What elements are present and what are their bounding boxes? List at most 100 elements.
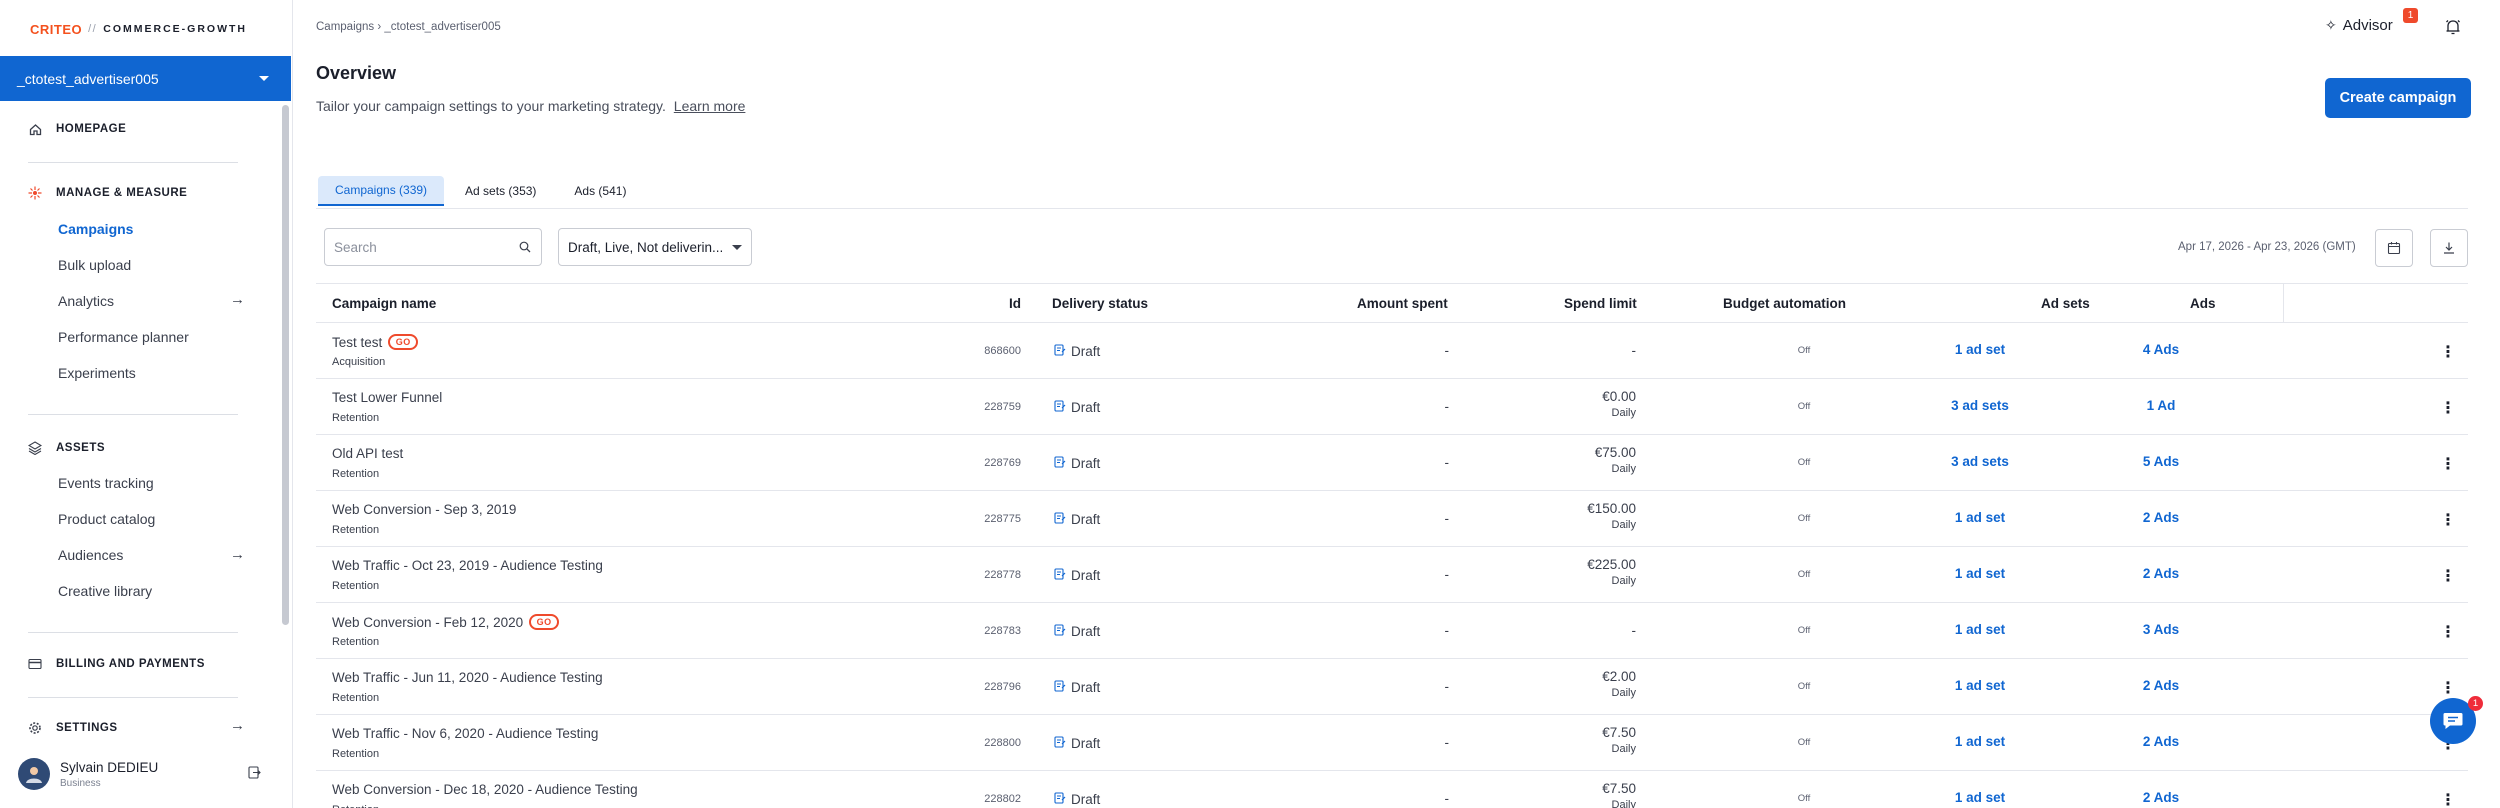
header-amount-spent[interactable]: Amount spent [1357, 296, 1448, 311]
advertiser-selector[interactable]: _ctotest_advertiser005 [0, 56, 291, 101]
sidebar-item-bulk-upload[interactable]: Bulk upload [58, 257, 131, 273]
sidebar-item-experiments[interactable]: Experiments [58, 365, 136, 381]
ads-link[interactable]: 5 Ads [2121, 454, 2201, 469]
ad-sets-link[interactable]: 1 ad set [1920, 678, 2040, 693]
ad-sets-link[interactable]: 1 ad set [1920, 342, 2040, 357]
campaign-name-cell[interactable]: Test Lower Funnel [332, 390, 442, 405]
header-ads[interactable]: Ads [2190, 296, 2216, 311]
more-options-icon[interactable]: ⋮ [2440, 510, 2456, 530]
header-campaign-name[interactable]: Campaign name [332, 296, 436, 311]
header-delivery-status[interactable]: Delivery status [1052, 296, 1148, 311]
ads-link[interactable]: 2 Ads [2121, 678, 2201, 693]
table-row[interactable]: Web Traffic - Nov 6, 2020 - Audience Tes… [316, 715, 2468, 771]
campaign-name-cell[interactable]: Web Conversion - Sep 3, 2019 [332, 502, 516, 517]
campaign-name-cell[interactable]: Web Conversion - Feb 12, 2020 GO [332, 614, 560, 630]
campaign-name[interactable]: Web Conversion - Feb 12, 2020 [332, 615, 523, 630]
campaign-name-cell[interactable]: Web Traffic - Oct 23, 2019 - Audience Te… [332, 558, 603, 573]
ads-link[interactable]: 3 Ads [2121, 622, 2201, 637]
sidebar-item-performance-planner[interactable]: Performance planner [58, 329, 189, 345]
more-options-icon[interactable]: ⋮ [2440, 790, 2456, 808]
budget-automation: Off [1797, 737, 1811, 748]
campaign-id: 228802 [984, 793, 1021, 805]
table-row[interactable]: Test Lower Funnel Retention 228759 Draft - €0… [316, 379, 2468, 435]
ads-link[interactable]: 2 Ads [2121, 566, 2201, 581]
criteo-logo[interactable]: CRITEO // COMMERCE-GROWTH [30, 19, 247, 39]
campaign-name-cell[interactable]: Web Traffic - Jun 11, 2020 - Audience Te… [332, 670, 603, 685]
ad-sets-link[interactable]: 1 ad set [1920, 622, 2040, 637]
ads-link[interactable]: 4 Ads [2121, 342, 2201, 357]
arrow-right-icon[interactable]: → [230, 546, 245, 563]
status-filter-select[interactable]: Draft, Live, Not deliverin... [558, 228, 752, 266]
campaign-name-cell[interactable]: Old API test [332, 446, 403, 461]
spend-period: Daily [1611, 575, 1636, 587]
header-budget-automation[interactable]: Budget automation [1723, 296, 1846, 311]
arrow-right-icon[interactable]: → [230, 291, 245, 308]
logout-icon[interactable] [248, 766, 261, 782]
sidebar-item-creative-library[interactable]: Creative library [58, 583, 152, 599]
arrow-right-icon[interactable]: → [230, 717, 245, 734]
campaign-name[interactable]: Web Conversion - Sep 3, 2019 [332, 502, 516, 517]
sidebar-scrollbar[interactable] [282, 105, 289, 625]
campaign-name[interactable]: Web Traffic - Nov 6, 2020 - Audience Tes… [332, 726, 598, 741]
campaign-name-cell[interactable]: Web Traffic - Nov 6, 2020 - Audience Tes… [332, 726, 598, 741]
advisor-button[interactable]: ✧ Advisor [2325, 17, 2393, 34]
table-row[interactable]: Web Traffic - Oct 23, 2019 - Audience Te… [316, 547, 2468, 603]
ad-sets-link[interactable]: 1 ad set [1920, 790, 2040, 805]
learn-more-link[interactable]: Learn more [674, 98, 746, 114]
table-row[interactable]: Web Conversion - Feb 12, 2020 GO Retention… [316, 603, 2468, 659]
header-ad-sets[interactable]: Ad sets [2041, 296, 2090, 311]
sidebar-item-product-catalog[interactable]: Product catalog [58, 511, 155, 527]
ads-link[interactable]: 2 Ads [2121, 734, 2201, 749]
sidebar-section-assets[interactable]: ASSETS [28, 441, 105, 455]
ads-link[interactable]: 2 Ads [2121, 790, 2201, 805]
campaign-name-cell[interactable]: Web Conversion - Dec 18, 2020 - Audience… [332, 782, 638, 797]
sidebar-item-billing[interactable]: BILLING AND PAYMENTS [28, 657, 205, 671]
campaign-name[interactable]: Web Traffic - Oct 23, 2019 - Audience Te… [332, 558, 603, 573]
calendar-button[interactable] [2375, 229, 2413, 267]
sidebar-item-settings[interactable]: SETTINGS [28, 721, 118, 735]
table-row[interactable]: Web Conversion - Dec 18, 2020 - Audience… [316, 771, 2468, 808]
ad-sets-link[interactable]: 3 ad sets [1920, 454, 2040, 469]
sidebar-section-manage-measure[interactable]: MANAGE & MEASURE [28, 186, 187, 200]
ads-link[interactable]: 2 Ads [2121, 510, 2201, 525]
spend-limit: €7.50 Daily [1496, 781, 1636, 808]
more-options-icon[interactable]: ⋮ [2440, 342, 2456, 362]
campaign-name[interactable]: Old API test [332, 446, 403, 461]
tab-ads[interactable]: Ads (541) [557, 176, 643, 206]
create-campaign-button[interactable]: Create campaign [2325, 78, 2471, 118]
table-row[interactable]: Test test GO Acquisition 868600 Draft - - Off 1 … [316, 323, 2468, 379]
sidebar-item-audiences[interactable]: Audiences [58, 547, 123, 563]
sidebar-item-events-tracking[interactable]: Events tracking [58, 475, 154, 491]
more-options-icon[interactable]: ⋮ [2440, 678, 2456, 698]
ad-sets-link[interactable]: 1 ad set [1920, 566, 2040, 581]
more-options-icon[interactable]: ⋮ [2440, 454, 2456, 474]
ads-link[interactable]: 1 Ad [2121, 398, 2201, 413]
campaign-name[interactable]: Web Traffic - Jun 11, 2020 - Audience Te… [332, 670, 603, 685]
campaign-name[interactable]: Test Lower Funnel [332, 390, 442, 405]
sidebar-item-analytics[interactable]: Analytics [58, 293, 114, 309]
campaign-name[interactable]: Web Conversion - Dec 18, 2020 - Audience… [332, 782, 638, 797]
header-id[interactable]: Id [1009, 296, 1021, 311]
table-row[interactable]: Web Traffic - Jun 11, 2020 - Audience Te… [316, 659, 2468, 715]
download-button[interactable] [2430, 229, 2468, 267]
header-spend-limit[interactable]: Spend limit [1564, 296, 1637, 311]
sidebar-item-homepage[interactable]: HOMEPAGE [28, 122, 126, 136]
more-options-icon[interactable]: ⋮ [2440, 398, 2456, 418]
sidebar-item-campaigns[interactable]: Campaigns [58, 221, 133, 237]
table-row[interactable]: Web Conversion - Sep 3, 2019 Retention 228… [316, 491, 2468, 547]
tab-ad-sets[interactable]: Ad sets (353) [448, 176, 553, 206]
user-profile[interactable]: Sylvain DEDIEU Business [0, 748, 281, 800]
tab-campaigns[interactable]: Campaigns (339) [318, 176, 445, 206]
breadcrumb[interactable]: Campaigns › _ctotest_advertiser005 [316, 21, 501, 33]
ad-sets-link[interactable]: 1 ad set [1920, 734, 2040, 749]
table-row[interactable]: Old API test Retention 228769 Draft - €75.00 D… [316, 435, 2468, 491]
campaign-name-cell[interactable]: Test test GO [332, 334, 419, 350]
ad-sets-link[interactable]: 3 ad sets [1920, 398, 2040, 413]
bell-icon[interactable] [2444, 18, 2462, 41]
search-icon[interactable] [519, 241, 531, 256]
search-input[interactable] [334, 239, 514, 255]
ad-sets-link[interactable]: 1 ad set [1920, 510, 2040, 525]
more-options-icon[interactable]: ⋮ [2440, 566, 2456, 586]
campaign-name[interactable]: Test test [332, 335, 382, 350]
more-options-icon[interactable]: ⋮ [2440, 622, 2456, 642]
